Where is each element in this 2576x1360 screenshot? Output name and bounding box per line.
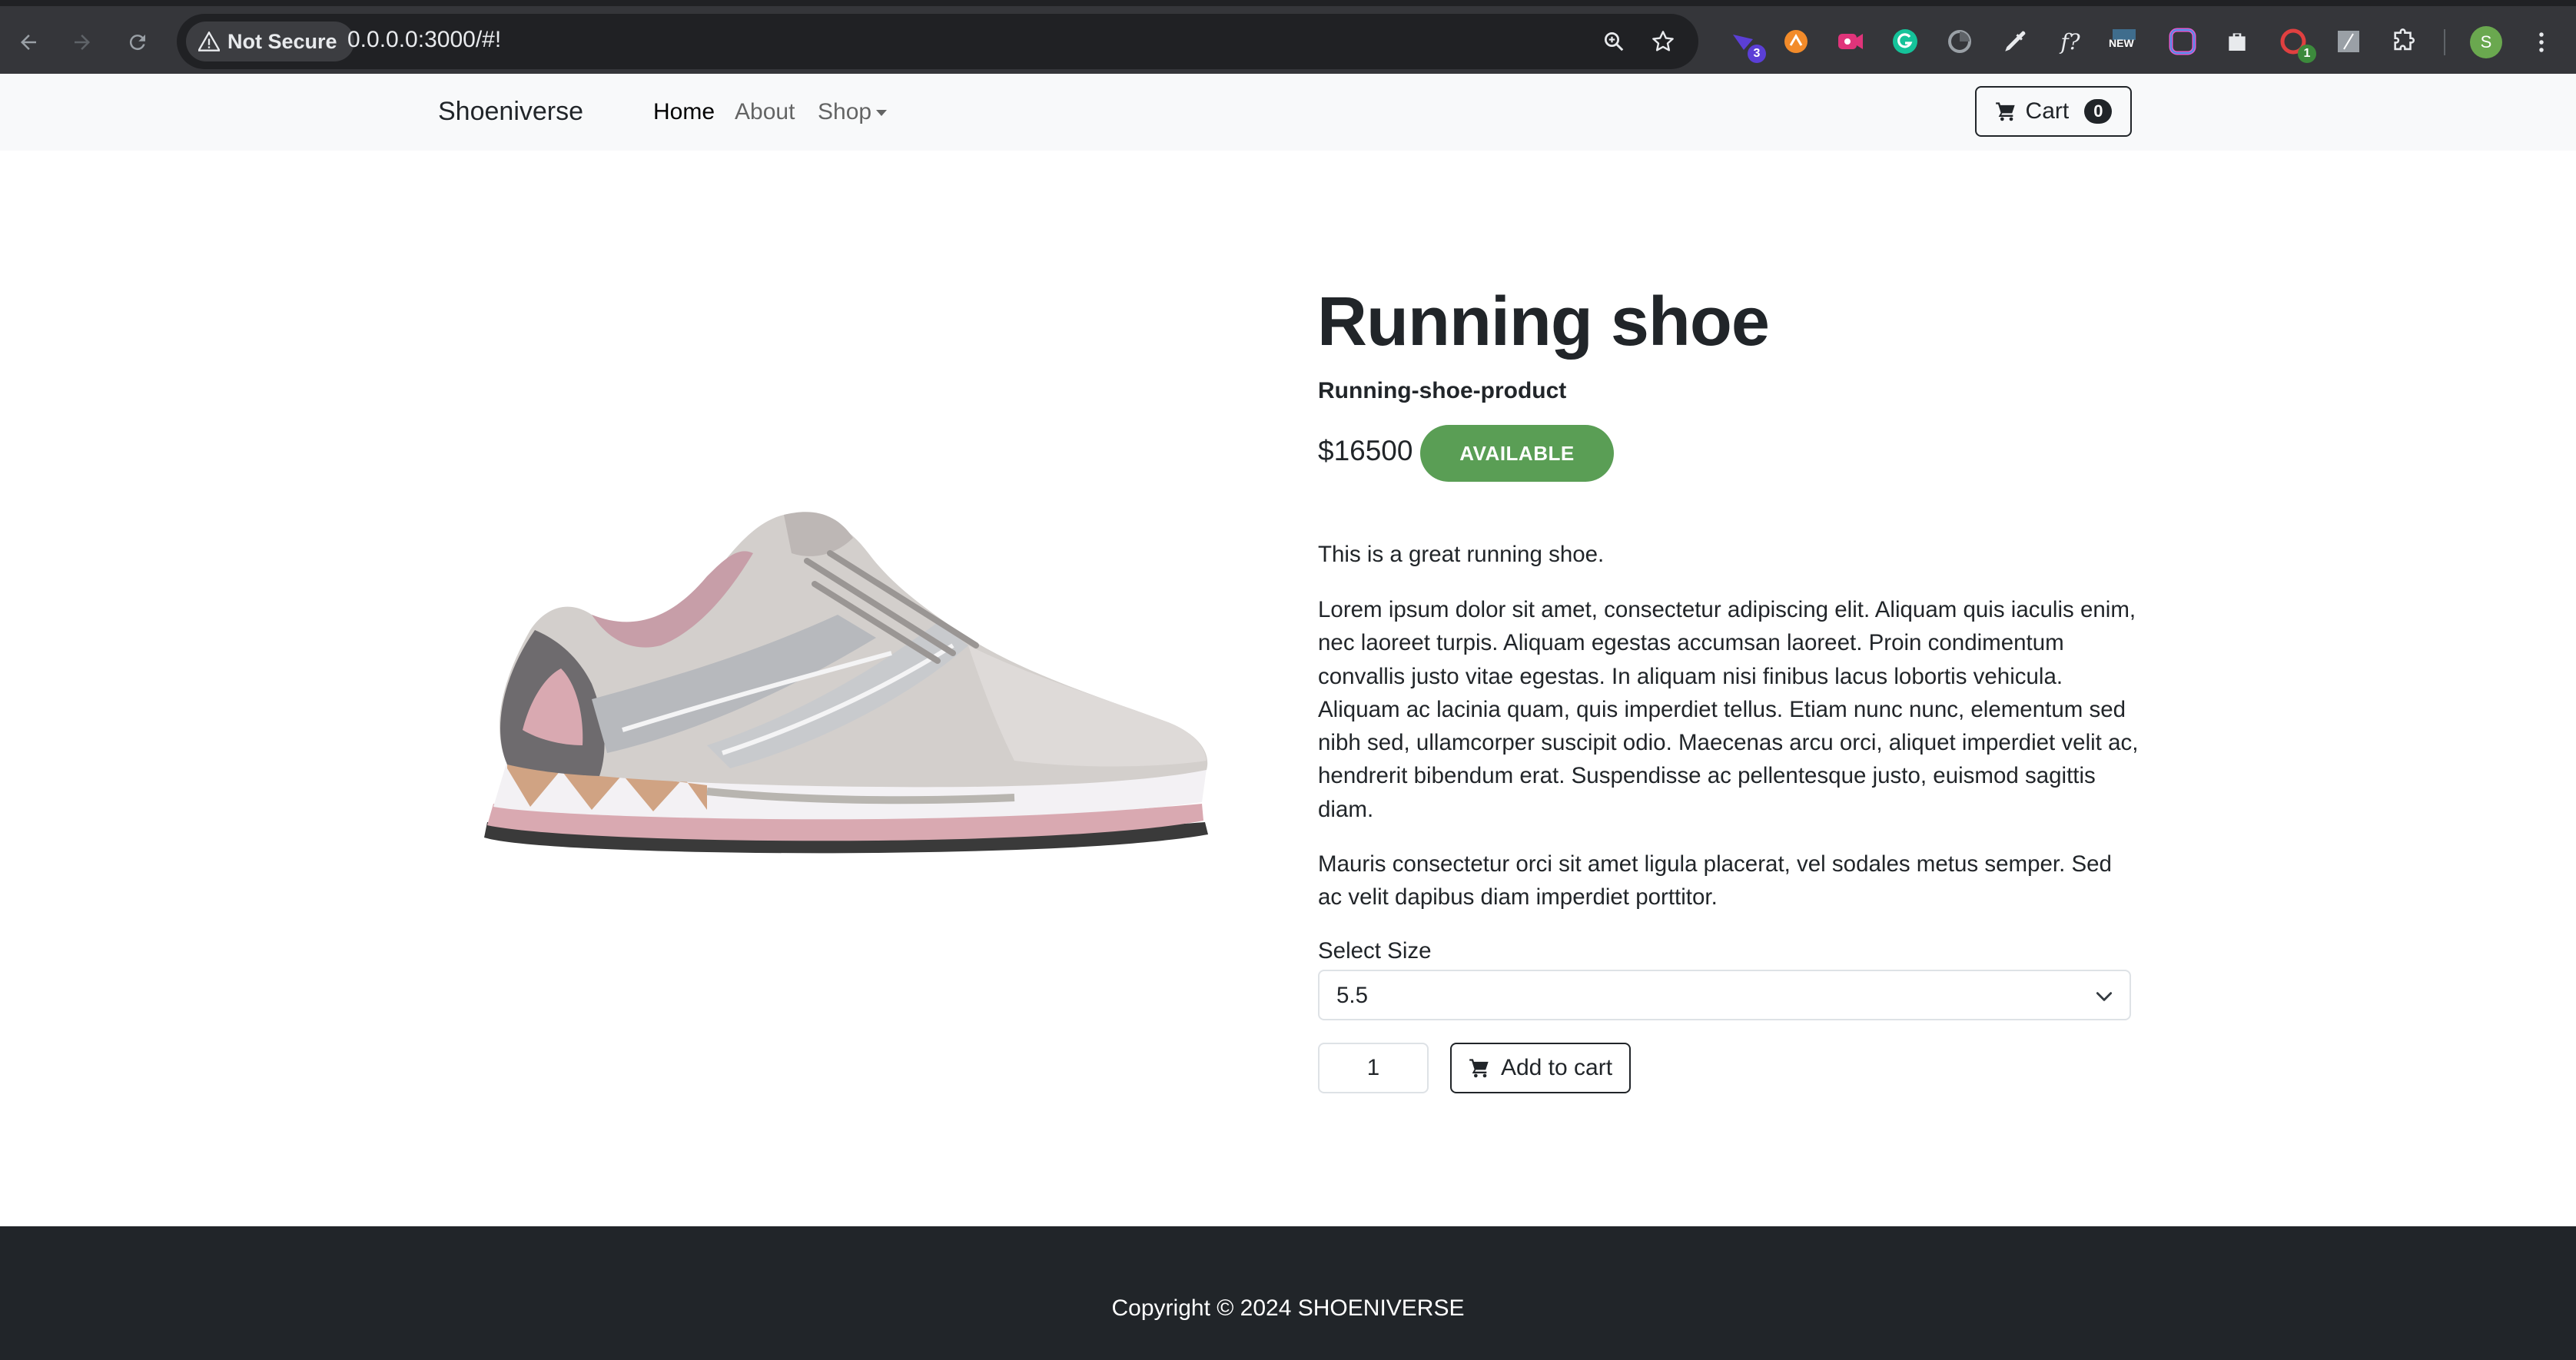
star-icon bbox=[1652, 31, 1674, 51]
product-price: $16500 bbox=[1318, 435, 1413, 466]
add-to-cart-button[interactable]: Add to cart bbox=[1450, 1043, 1631, 1093]
product-title: Running shoe bbox=[1317, 284, 1770, 360]
ext-new-icon[interactable]: NEW bbox=[2107, 25, 2141, 58]
site-navbar: Shoeniverse Home About Shop Cart 0 bbox=[0, 74, 2576, 151]
ext-2-icon[interactable] bbox=[1779, 25, 1813, 58]
size-select-label: Select Size bbox=[1318, 938, 1432, 964]
nav-shop-dropdown[interactable]: Shop bbox=[818, 99, 888, 125]
forward-button[interactable] bbox=[60, 20, 105, 65]
availability-badge: AVAILABLE bbox=[1420, 425, 1614, 482]
bookmark-button[interactable] bbox=[1648, 26, 1678, 57]
ext-5-icon[interactable] bbox=[1943, 25, 1977, 58]
ext-3-icon[interactable] bbox=[1834, 25, 1867, 58]
ext-10-icon[interactable] bbox=[2220, 25, 2254, 58]
product-subtitle: Running-shoe-product bbox=[1318, 378, 1567, 403]
address-bar[interactable]: Not Secure 0.0.0.0:3000/#! bbox=[177, 14, 1698, 69]
ext-11-badge: 1 bbox=[2298, 45, 2316, 63]
back-button[interactable] bbox=[6, 20, 51, 65]
reload-button[interactable] bbox=[115, 20, 160, 65]
ext-new-label: NEW bbox=[2109, 37, 2134, 49]
add-to-cart-label: Add to cart bbox=[1500, 1055, 1613, 1080]
site-footer: Copyright © 2024 SHOENIVERSE bbox=[0, 1226, 2576, 1360]
size-select-value: 5.5 bbox=[1336, 983, 1369, 1008]
cart-icon bbox=[1995, 102, 2015, 121]
grammarly-icon[interactable] bbox=[1888, 25, 1922, 58]
kebab-menu-icon bbox=[2539, 32, 2544, 52]
zoom-icon bbox=[1605, 32, 1624, 51]
toolbar-divider bbox=[2444, 29, 2445, 55]
ext-12-icon[interactable] bbox=[2332, 25, 2365, 58]
cart-icon bbox=[1469, 1059, 1489, 1078]
function-icon[interactable]: f? bbox=[2053, 25, 2087, 58]
nav-home-link[interactable]: Home bbox=[653, 99, 715, 125]
cart-label: Cart bbox=[2025, 98, 2070, 124]
zoom-button[interactable] bbox=[1598, 26, 1629, 57]
forward-arrow-icon bbox=[75, 35, 90, 50]
back-arrow-icon bbox=[21, 35, 36, 50]
nav-about-link[interactable]: About bbox=[735, 99, 795, 125]
ext-1-icon[interactable]: 3 bbox=[1726, 25, 1766, 63]
size-select[interactable]: 5.5 bbox=[1318, 970, 2131, 1020]
profile-avatar[interactable]: S bbox=[2470, 26, 2502, 58]
ext-9-icon[interactable] bbox=[2166, 25, 2199, 58]
security-chip[interactable]: Not Secure bbox=[186, 22, 354, 61]
caret-down-icon bbox=[876, 110, 888, 117]
brand-logo[interactable]: Shoeniverse bbox=[438, 97, 583, 127]
browser-menu-button[interactable] bbox=[2519, 20, 2564, 65]
extensions-puzzle-icon[interactable] bbox=[2387, 25, 2421, 58]
description-paragraph-2: Mauris consectetur orci sit amet ligula … bbox=[1318, 851, 2112, 911]
copyright-text: Copyright © 2024 SHOENIVERSE bbox=[1111, 1295, 1465, 1321]
cart-button[interactable]: Cart 0 bbox=[1975, 86, 2132, 137]
ext-1-badge: 3 bbox=[1748, 45, 1766, 63]
chevron-down-icon bbox=[2096, 992, 2113, 1001]
description-intro: This is a great running shoe. bbox=[1318, 542, 1605, 567]
running-shoe-image bbox=[484, 512, 1208, 854]
product-image bbox=[476, 499, 1214, 868]
reload-icon bbox=[129, 35, 145, 51]
description-paragraph: Lorem ipsum dolor sit amet, consectetur … bbox=[1318, 597, 2139, 822]
security-label: Not Secure bbox=[227, 29, 337, 53]
warning-icon bbox=[198, 32, 220, 51]
ext-11-icon[interactable]: 1 bbox=[2276, 25, 2316, 63]
cart-count-badge: 0 bbox=[2084, 99, 2113, 124]
nav-shop-label: Shop bbox=[818, 99, 872, 124]
quantity-input[interactable]: 1 bbox=[1318, 1043, 1429, 1093]
url-text[interactable]: 0.0.0.0:3000/#! bbox=[347, 27, 501, 53]
browser-toolbar: Not Secure 0.0.0.0:3000/#! 3 f? NEW 1 S bbox=[0, 0, 2576, 74]
eyedropper-icon[interactable] bbox=[1998, 25, 2032, 58]
